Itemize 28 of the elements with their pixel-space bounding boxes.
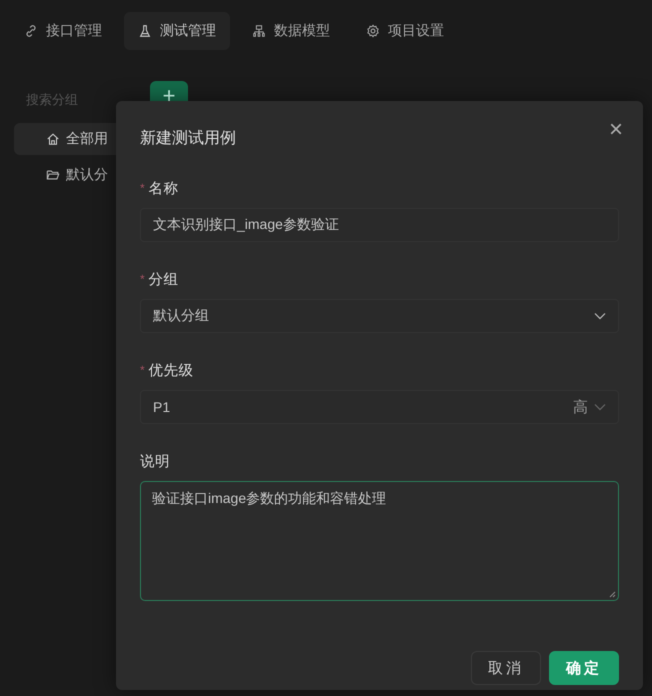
nav-tab[interactable]: 接口管理 <box>10 12 116 50</box>
name-input[interactable]: 文本识别接口_image参数验证 <box>140 208 619 242</box>
close-button[interactable]: × <box>608 118 623 142</box>
required-mark: * <box>140 181 145 195</box>
field-label: 名称 <box>148 180 179 198</box>
confirm-button[interactable]: 确定 <box>549 651 619 685</box>
required-mark: * <box>140 363 145 377</box>
hierarchy-icon <box>252 24 266 38</box>
search-field[interactable]: 搜索分组 <box>14 81 150 111</box>
link-icon <box>24 24 38 38</box>
flask-icon <box>138 24 152 38</box>
field-label: 说明 <box>140 452 170 470</box>
required-mark: * <box>140 272 145 286</box>
priority-select[interactable]: P1 高 <box>140 390 619 424</box>
cancel-button[interactable]: 取消 <box>471 651 541 685</box>
settings-icon <box>366 24 380 38</box>
chevron-down-icon <box>594 312 606 320</box>
nav-tab[interactable]: 测试管理 <box>124 12 230 50</box>
field-label: 优先级 <box>148 362 194 380</box>
folder-icon <box>46 168 60 182</box>
home-icon <box>46 132 60 146</box>
nav-tab[interactable]: 项目设置 <box>352 12 458 50</box>
chevron-down-icon <box>594 403 606 411</box>
nav-tab[interactable]: 数据模型 <box>238 12 344 50</box>
group-select[interactable]: 默认分组 <box>140 299 619 333</box>
resize-grip-icon <box>608 590 616 598</box>
field-label: 分组 <box>148 270 179 288</box>
description-textarea[interactable]: 验证接口image参数的功能和容错处理 <box>140 481 619 601</box>
